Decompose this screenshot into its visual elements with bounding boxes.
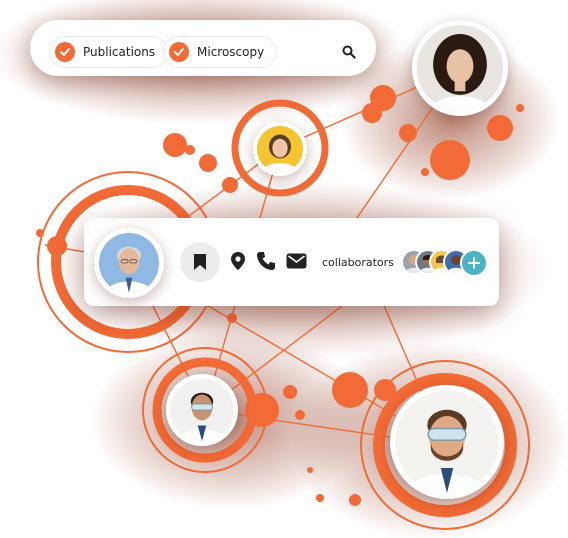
location-pin-icon xyxy=(231,252,245,270)
avatar-bearded-man-goggles[interactable] xyxy=(390,385,504,499)
bookmark-icon xyxy=(194,254,206,270)
check-icon xyxy=(55,42,75,62)
filter-bar: Publications Microscopy xyxy=(30,20,376,76)
mail-icon xyxy=(286,253,306,269)
chip-label: Microscopy xyxy=(197,45,265,59)
filter-chip-publications[interactable]: Publications xyxy=(49,36,169,68)
check-icon xyxy=(169,42,189,62)
phone-icon xyxy=(257,252,275,270)
search-icon[interactable] xyxy=(342,44,356,59)
avatar-woman-yellow-background[interactable] xyxy=(253,122,307,176)
collaborators-label: collaborators xyxy=(322,256,394,269)
phone-button[interactable] xyxy=(255,250,277,272)
avatar-man-safety-glasses[interactable] xyxy=(166,374,238,446)
avatar-woman-curly-hair[interactable] xyxy=(412,20,508,116)
filter-chip-microscopy[interactable]: Microscopy xyxy=(163,36,278,68)
location-button[interactable] xyxy=(227,250,249,272)
network-illustration: Publications Microscopy collaborators xyxy=(0,0,568,538)
mail-button[interactable] xyxy=(285,250,307,272)
avatar-senior-man[interactable] xyxy=(94,228,164,298)
add-collaborator-button[interactable] xyxy=(460,249,488,277)
plus-icon xyxy=(468,257,480,269)
bookmark-button[interactable] xyxy=(180,242,220,282)
chip-label: Publications xyxy=(83,45,156,59)
